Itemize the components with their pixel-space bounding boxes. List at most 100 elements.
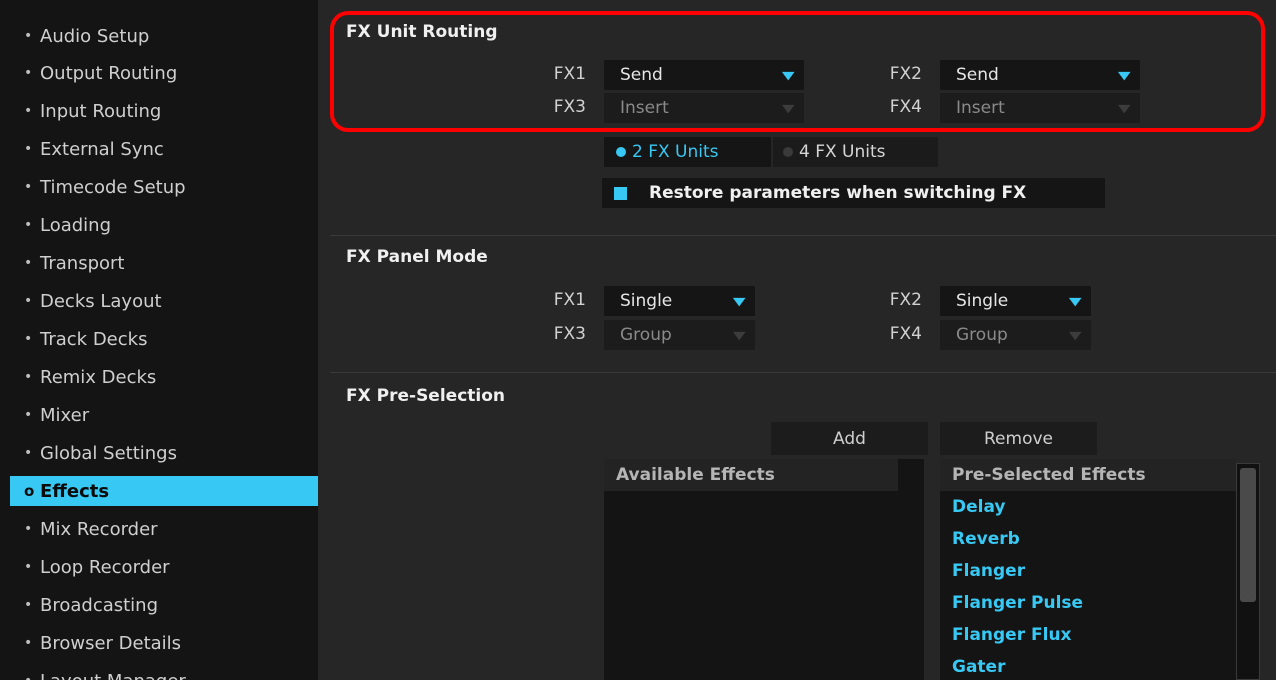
panel-fx3-dropdown[interactable]: Group ▼ [604,320,755,350]
list-item[interactable]: Flanger Flux [940,619,1236,651]
routing-fx1-label: FX1 [553,64,586,84]
sidebar-item-browser-details[interactable]: • Browser Details [10,628,318,658]
panel-fx3-label: FX3 [553,324,586,344]
panel-fx2-label: FX2 [889,290,922,310]
section-divider [330,235,1276,236]
fx-unit-routing-title: FX Unit Routing [346,22,498,42]
option-label: 2 FX Units [632,142,719,162]
routing-fx2-dropdown[interactable]: Send ▼ [940,60,1140,90]
routing-fx2-label: FX2 [889,64,922,84]
sidebar-item-track-decks[interactable]: • Track Decks [10,324,318,354]
routing-fx1-dropdown[interactable]: Send ▼ [604,60,804,90]
restore-parameters-checkbox[interactable]: Restore parameters when switching FX [602,178,1105,208]
sidebar-item-loop-recorder[interactable]: • Loop Recorder [10,552,318,582]
bullet-icon: • [24,635,33,651]
panel-fx2-dropdown[interactable]: Single ▼ [940,286,1091,316]
chevron-down-icon: ▼ [732,294,746,308]
remove-button[interactable]: Remove [940,422,1097,455]
preselected-effects-list[interactable]: Pre-Selected Effects Delay Reverb Flange… [940,459,1236,680]
routing-fx4-label: FX4 [889,97,922,117]
sidebar-item-layout-manager[interactable]: •Layout Manager [10,666,318,680]
bullet-icon: • [24,179,33,195]
fx-panel-mode-title: FX Panel Mode [346,247,488,267]
sidebar-item-label: Input Routing [40,100,162,122]
sidebar-item-remix-decks[interactable]: • Remix Decks [10,362,318,392]
sidebar-item-effects[interactable]: o Effects [10,476,318,506]
dropdown-value: Insert [620,98,669,118]
list-item[interactable]: Delay [940,491,1236,523]
sidebar-item-label: Mixer [40,404,90,426]
sidebar-item-label: External Sync [40,138,164,160]
sidebar-item-output-routing[interactable]: • Output Routing [10,58,318,88]
sidebar-item-loading[interactable]: • Loading [10,210,318,240]
bullet-icon: • [24,28,33,44]
panel-fx1-label: FX1 [553,290,586,310]
bullet-icon: • [24,445,33,461]
sidebar-item-decks-layout[interactable]: • Decks Layout [10,286,318,316]
bullet-icon: • [24,369,33,385]
panel-fx1-dropdown[interactable]: Single ▼ [604,286,755,316]
bullet-icon: • [24,597,33,613]
bullet-icon: • [24,559,33,575]
sidebar-item-label: Output Routing [40,62,178,84]
two-fx-units-option[interactable]: 2 FX Units [604,137,771,167]
list-item[interactable]: Gater [940,651,1236,680]
sidebar-item-audio-setup[interactable]: • Audio Setup [10,21,318,51]
sidebar-item-label: Broadcasting [40,594,159,616]
sidebar-item-label: Browser Details [40,632,182,654]
sidebar-item-transport[interactable]: • Transport [10,248,318,278]
sidebar-item-label: Timecode Setup [40,176,186,198]
sidebar-item-broadcasting[interactable]: • Broadcasting [10,590,318,620]
sidebar: • Audio Setup • Output Routing • Input Rout… [0,0,318,680]
bullet-icon: • [24,65,33,81]
panel-fx4-dropdown[interactable]: Group ▼ [940,320,1091,350]
chevron-down-icon: ▼ [1068,328,1082,342]
preselected-effects-header: Pre-Selected Effects [940,459,1236,491]
dropdown-value: Single [956,291,1009,311]
panel-fx4-label: FX4 [889,324,922,344]
routing-fx3-dropdown[interactable]: Insert ▼ [604,93,804,123]
option-label: 4 FX Units [799,142,886,162]
bullet-icon: • [24,521,33,537]
preselected-scrollbar[interactable] [1236,463,1260,680]
scrollbar-thumb[interactable] [1240,468,1256,602]
sidebar-item-global-settings[interactable]: • Global Settings [10,438,318,468]
sidebar-item-label: Remix Decks [40,366,157,388]
sidebar-item-mix-recorder[interactable]: • Mix Recorder [10,514,318,544]
add-button[interactable]: Add [771,422,928,455]
sidebar-item-label: Track Decks [40,328,148,350]
sidebar-item-mixer[interactable]: • Mixer [10,400,318,430]
sidebar-item-label: Effects [40,480,110,502]
chevron-down-icon: ▼ [1117,101,1131,115]
chevron-down-icon: ▼ [781,68,795,82]
sidebar-item-external-sync[interactable]: • External Sync [10,134,318,164]
sidebar-item-label: Loop Recorder [40,556,170,578]
four-fx-units-option[interactable]: 4 FX Units [773,137,938,167]
chevron-down-icon: ▼ [1117,68,1131,82]
bullet-icon: • [10,673,40,680]
chevron-down-icon: ▼ [732,328,746,342]
bullet-icon: • [24,331,33,347]
checkbox-checked-icon [614,186,627,200]
list-item[interactable]: Flanger Pulse [940,587,1236,619]
sidebar-item-label: Global Settings [40,442,177,464]
routing-fx3-label: FX3 [553,97,586,117]
available-effects-list[interactable]: Available Effects [604,459,924,680]
bullet-icon: • [24,103,33,119]
list-item[interactable]: Reverb [940,523,1236,555]
active-bullet-icon: o [24,482,35,500]
checkbox-label: Restore parameters when switching FX [649,183,1027,203]
radio-unselected-icon [783,147,793,157]
sidebar-item-input-routing[interactable]: • Input Routing [10,96,318,126]
bullet-icon: • [24,255,33,271]
bullet-icon: • [24,217,33,233]
bullet-icon: • [24,407,33,423]
chevron-down-icon: ▼ [781,101,795,115]
bullet-icon: • [24,293,33,309]
dropdown-value: Send [956,65,999,85]
routing-fx4-dropdown[interactable]: Insert ▼ [940,93,1140,123]
sidebar-item-label: Audio Setup [40,25,150,47]
dropdown-value: Insert [956,98,1005,118]
list-item[interactable]: Flanger [940,555,1236,587]
sidebar-item-timecode-setup[interactable]: • Timecode Setup [10,172,318,202]
